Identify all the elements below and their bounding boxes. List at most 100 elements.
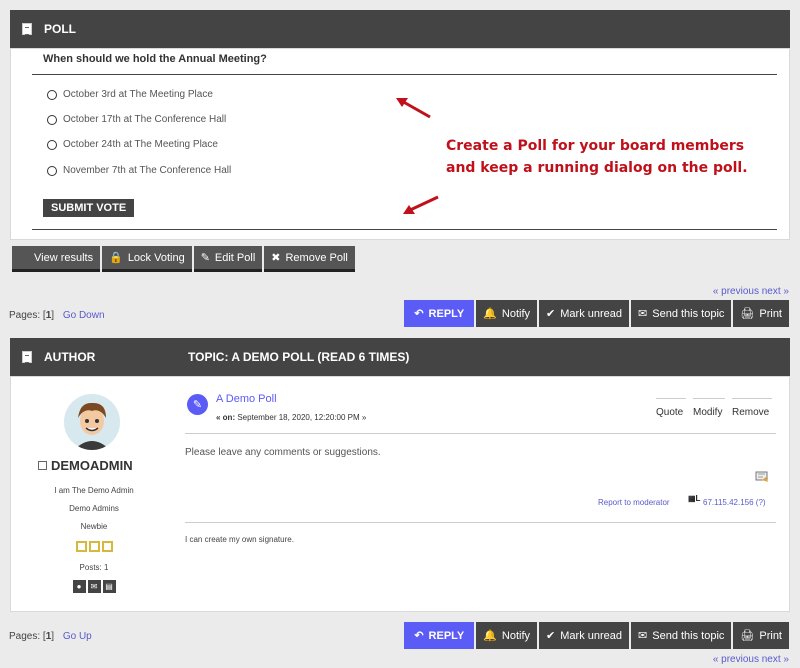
ip-address-link[interactable]: 67.115.42.156 (?) bbox=[703, 498, 766, 507]
author-title: I am The Demo Admin bbox=[54, 486, 134, 495]
avatar[interactable] bbox=[64, 394, 120, 450]
poll-icon bbox=[22, 23, 32, 35]
check-icon: ✔ bbox=[546, 630, 556, 642]
send-topic-button[interactable]: ✉ Send this topic bbox=[631, 300, 732, 327]
edit-icon: ✎ bbox=[200, 252, 210, 264]
reply-label: REPLY bbox=[428, 307, 465, 320]
poll-option[interactable]: October 24th at The Meeting Place bbox=[47, 139, 218, 150]
reply-button[interactable]: ↶ REPLY bbox=[404, 622, 475, 649]
go-up-link[interactable]: Go Up bbox=[63, 631, 92, 642]
lock-voting-button[interactable]: 🔒 Lock Voting bbox=[102, 246, 192, 272]
signature: I can create my own signature. bbox=[185, 535, 294, 544]
star-icon bbox=[75, 541, 87, 552]
poll-option-label: October 17th at The Conference Hall bbox=[63, 114, 227, 125]
author-posts: Posts: 1 bbox=[79, 563, 109, 572]
edit-poll-button[interactable]: ✎ Edit Poll bbox=[193, 246, 263, 272]
view-results-button[interactable]: View results bbox=[12, 246, 101, 272]
print-label: Print bbox=[759, 307, 782, 320]
report-to-moderator-link[interactable]: Report to moderator bbox=[598, 498, 670, 507]
reply-button[interactable]: ↶ REPLY bbox=[404, 300, 475, 327]
notify-button[interactable]: 🔔 Notify bbox=[476, 622, 538, 649]
offline-status-icon bbox=[38, 461, 47, 470]
author-name-link[interactable]: DEMOADMIN bbox=[51, 458, 133, 473]
check-icon: ✔ bbox=[546, 308, 556, 320]
pencil-icon: ✎ bbox=[187, 394, 208, 415]
send-topic-label: Send this topic bbox=[652, 629, 725, 642]
rank-stars bbox=[10, 541, 178, 552]
remove-button[interactable]: Remove bbox=[732, 398, 772, 418]
modify-label: Modify bbox=[693, 407, 723, 418]
lock-voting-label: Lock Voting bbox=[127, 251, 185, 264]
notify-label: Notify bbox=[501, 307, 531, 320]
ip-icon: ▦L bbox=[688, 494, 701, 503]
lock-icon: 🔒 bbox=[109, 252, 123, 264]
post-date: September 18, 2020, 12:20:00 PM » bbox=[237, 413, 367, 422]
star-icon bbox=[101, 541, 113, 552]
pages-label: Pages: [ bbox=[9, 631, 46, 642]
pages-label: Pages: [ bbox=[9, 310, 46, 321]
print-button[interactable]: 🖨 Print bbox=[733, 300, 789, 327]
radio-button[interactable] bbox=[47, 114, 57, 125]
print-button[interactable]: 🖨 Print bbox=[733, 622, 789, 649]
poll-option[interactable]: October 17th at The Conference Hall bbox=[47, 114, 226, 125]
print-icon: 🖨 bbox=[740, 308, 755, 320]
pagination: Pages: [1] Go Down bbox=[9, 310, 105, 321]
post-title-link[interactable]: A Demo Poll bbox=[216, 393, 277, 405]
post-divider bbox=[185, 433, 776, 434]
post-body: Please leave any comments or suggestions… bbox=[185, 447, 381, 458]
radio-button[interactable] bbox=[47, 89, 57, 100]
mark-unread-button[interactable]: ✔ Mark unread bbox=[539, 300, 630, 327]
go-down-link[interactable]: Go Down bbox=[63, 310, 105, 321]
modify-button[interactable]: Modify bbox=[693, 398, 725, 418]
close-icon: ✖ bbox=[271, 252, 281, 264]
email-icon[interactable]: ✉ bbox=[87, 580, 101, 593]
topic-actions-bottom: ↶ REPLY 🔔 Notify ✔ Mark unread ✉ Send this t… bbox=[402, 622, 789, 649]
profile-icon[interactable]: ● bbox=[72, 580, 86, 593]
mark-unread-label: Mark unread bbox=[560, 629, 623, 642]
reply-label: REPLY bbox=[428, 629, 465, 642]
poll-header: POLL bbox=[10, 10, 790, 48]
quote-button[interactable]: Quote bbox=[656, 398, 686, 418]
author-header-label: AUTHOR bbox=[44, 350, 96, 364]
view-results-label: View results bbox=[34, 251, 94, 264]
radio-button[interactable] bbox=[47, 165, 57, 176]
document-icon[interactable]: ▤ bbox=[102, 580, 116, 593]
remove-poll-label: Remove Poll bbox=[285, 251, 348, 264]
arrow-up-left-icon bbox=[396, 98, 431, 119]
pages-close: ] bbox=[51, 310, 55, 321]
star-icon bbox=[88, 541, 100, 552]
poll-question: When should we hold the Annual Meeting? bbox=[43, 53, 267, 65]
callout-line-2: and keep a running dialog on the poll. bbox=[446, 160, 748, 176]
callout-line-1: Create a Poll for your board members bbox=[446, 138, 745, 154]
submit-vote-button[interactable]: SUBMIT VOTE bbox=[43, 199, 135, 217]
remove-poll-button[interactable]: ✖ Remove Poll bbox=[264, 246, 355, 272]
post-meta: « on: September 18, 2020, 12:20:00 PM » bbox=[216, 413, 366, 422]
poll-option[interactable]: November 7th at The Conference Hall bbox=[47, 165, 231, 176]
poll-divider-top bbox=[32, 74, 777, 75]
send-topic-button[interactable]: ✉ Send this topic bbox=[631, 622, 732, 649]
radio-button[interactable] bbox=[47, 139, 57, 150]
mark-unread-button[interactable]: ✔ Mark unread bbox=[539, 622, 630, 649]
print-label: Print bbox=[759, 629, 782, 642]
poll-option-label: October 3rd at The Meeting Place bbox=[63, 89, 213, 100]
prev-next-links[interactable]: « previous next » bbox=[713, 286, 789, 297]
edit-poll-label: Edit Poll bbox=[214, 251, 256, 264]
prev-next-links-bottom[interactable]: « previous next » bbox=[713, 654, 789, 665]
author-icons: ● ✉ ▤ bbox=[10, 580, 178, 593]
author-rank: Newbie bbox=[80, 522, 108, 531]
notify-button[interactable]: 🔔 Notify bbox=[476, 300, 538, 327]
send-topic-label: Send this topic bbox=[652, 307, 725, 320]
avatar-image bbox=[64, 394, 120, 450]
poll-option[interactable]: October 3rd at The Meeting Place bbox=[47, 89, 213, 100]
poll-divider-bottom bbox=[32, 229, 777, 230]
poll-header-label: POLL bbox=[44, 22, 76, 36]
poll-option-label: November 7th at The Conference Hall bbox=[63, 165, 232, 176]
notify-label: Notify bbox=[501, 629, 531, 642]
signature-divider bbox=[185, 522, 776, 523]
poll-option-label: October 24th at The Meeting Place bbox=[63, 139, 218, 150]
print-icon: 🖨 bbox=[740, 630, 755, 642]
bell-icon: 🔔 bbox=[483, 308, 497, 320]
poll-callout: Create a Poll for your board members and… bbox=[446, 135, 776, 179]
pages-close: ] bbox=[51, 631, 55, 642]
quick-quote-icon[interactable] bbox=[754, 468, 770, 484]
